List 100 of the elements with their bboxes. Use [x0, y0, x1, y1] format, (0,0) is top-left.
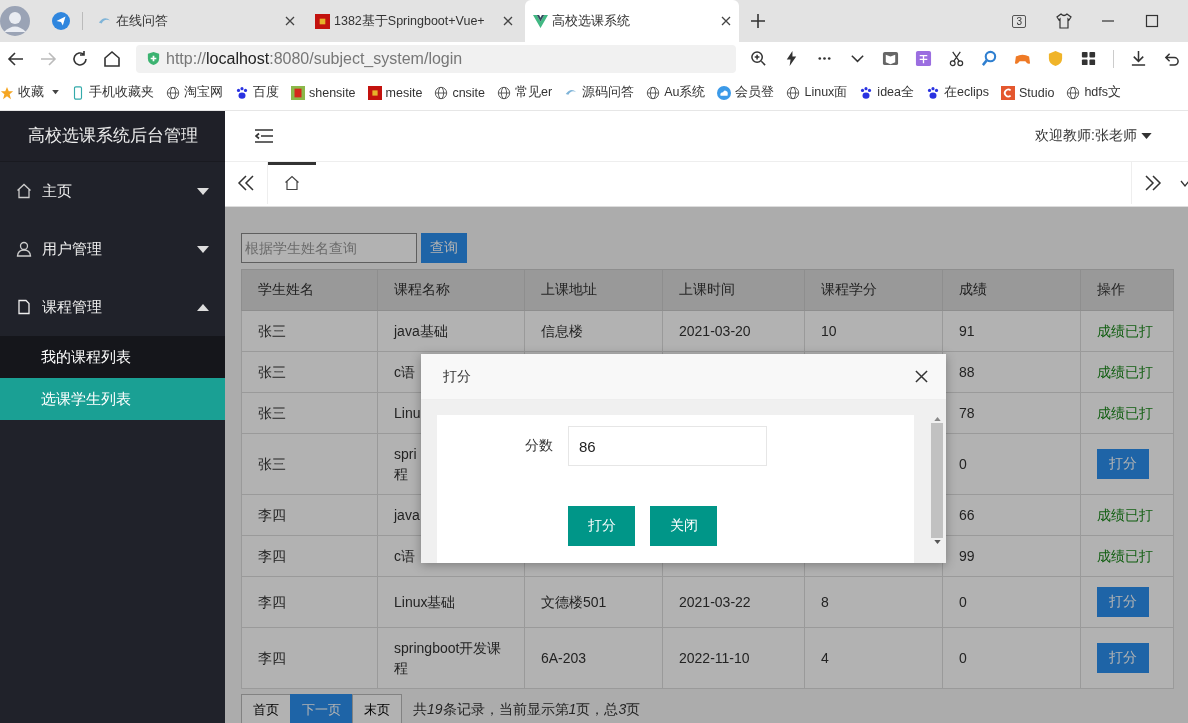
bookmark[interactable]: idea全 — [859, 84, 914, 101]
close-icon[interactable] — [285, 16, 295, 26]
table-cell: 张三 — [241, 351, 378, 393]
dialog-button[interactable]: 打分 — [568, 506, 635, 546]
bookmark[interactable]: hdfs文 — [1066, 84, 1122, 101]
dialog-title: 打分 — [443, 367, 472, 386]
bookmark[interactable]: 源码问答 — [564, 84, 635, 101]
user-menu[interactable]: 欢迎教师:张老师 — [1035, 127, 1152, 145]
book-icon[interactable] — [882, 50, 899, 67]
table-cell: 李四 — [241, 494, 378, 536]
submenu-item[interactable]: 我的课程列表 — [0, 336, 225, 378]
menu-item[interactable]: 课程管理 — [0, 278, 225, 336]
browser-tab[interactable]: 1382基于Springboot+Vue+ — [307, 0, 521, 42]
bookmark[interactable]: 收藏 — [0, 84, 59, 101]
file-icon — [16, 299, 32, 315]
table-cell: 0 — [942, 627, 1081, 689]
bookmark[interactable]: 常见er — [497, 84, 553, 101]
bookmark[interactable]: mesite — [367, 85, 423, 100]
site-logo-icon — [291, 85, 305, 100]
new-tab-icon[interactable] — [751, 14, 765, 28]
search-field[interactable]: 根据学生姓名查询 — [241, 233, 417, 263]
table-cell: java基础 — [377, 310, 525, 352]
globe-icon — [646, 85, 661, 100]
maximize-icon[interactable] — [1144, 13, 1160, 29]
table-cell: 张三 — [241, 310, 378, 352]
close-icon[interactable] — [915, 370, 928, 383]
close-icon[interactable] — [503, 16, 513, 26]
home-icon — [284, 174, 300, 191]
bookmark[interactable]: 手机收藏夹 — [71, 84, 154, 101]
table-cell: 2022-11-10 — [662, 627, 805, 689]
table-cell: 李四 — [241, 535, 378, 577]
page-button[interactable]: 首页 — [241, 694, 291, 723]
graded-status: 成绩已打 — [1097, 548, 1153, 564]
table-cell: 2021-03-22 — [662, 576, 805, 628]
user-icon — [16, 241, 32, 257]
paw-icon — [926, 85, 940, 100]
table-cell: 李四 — [241, 576, 378, 628]
zoom-icon[interactable] — [750, 50, 767, 67]
column-header: 成绩 — [942, 269, 1081, 311]
translate-icon[interactable] — [915, 50, 932, 67]
chevron-down-icon[interactable] — [1180, 180, 1188, 188]
globe-icon — [434, 85, 449, 100]
browser-tab[interactable]: 高校选课系统 — [525, 0, 739, 42]
table-cell: 10 — [804, 310, 943, 352]
table-cell: 李四 — [241, 627, 378, 689]
bookmark[interactable]: 淘宝网 — [166, 84, 223, 101]
table-cell: 文德楼501 — [524, 576, 663, 628]
column-header: 学生姓名 — [241, 269, 378, 311]
column-header: 操作 — [1080, 269, 1174, 311]
graded-status: 成绩已打 — [1097, 323, 1153, 339]
score-field[interactable]: 86 — [568, 426, 767, 466]
browser-tab[interactable]: 在线问答 — [89, 0, 303, 42]
bookmark[interactable]: cnsite — [434, 85, 486, 100]
grid-icon[interactable] — [1080, 50, 1097, 67]
graded-status: 成绩已打 — [1097, 364, 1153, 380]
table-cell: 张三 — [241, 392, 378, 434]
search-icon[interactable] — [981, 50, 998, 67]
reload-icon[interactable] — [71, 49, 89, 68]
menu-item[interactable]: 用户管理 — [0, 220, 225, 278]
bookmark[interactable]: Au系统 — [646, 84, 706, 101]
graded-status: 成绩已打 — [1097, 507, 1153, 523]
caret-icon — [1141, 133, 1152, 139]
bookmark[interactable]: 百度 — [235, 84, 279, 101]
table-cell: 4 — [804, 627, 943, 689]
address-field[interactable]: http://localhost:8080/subject_system/login — [136, 44, 736, 73]
download-icon[interactable] — [1130, 50, 1147, 67]
close-icon[interactable] — [721, 16, 731, 26]
caret-icon — [52, 90, 59, 95]
star-icon — [0, 85, 14, 100]
scissors-icon[interactable] — [948, 50, 965, 67]
send-icon[interactable] — [52, 12, 70, 30]
page-summary: 共19条记录，当前显示第1页，总3页 — [413, 700, 641, 719]
bookmark[interactable]: 在eclips — [926, 84, 989, 101]
bookmark[interactable]: Linux面 — [786, 84, 848, 101]
tab-count[interactable]: 3 — [1012, 14, 1026, 28]
bookmark[interactable]: 会员登 — [717, 84, 775, 101]
site-logo-icon — [367, 85, 382, 100]
page-button[interactable]: 末页 — [352, 694, 402, 723]
bookmark[interactable]: Studio — [1000, 85, 1055, 100]
home-icon[interactable] — [103, 49, 121, 68]
back-icon[interactable] — [7, 49, 25, 68]
scroll-up-icon[interactable] — [933, 417, 941, 421]
paw-icon — [859, 85, 874, 100]
table-cell: 91 — [942, 310, 1081, 352]
phone-icon — [71, 85, 85, 100]
table-cell: Linux基础 — [377, 576, 525, 628]
shirt-icon[interactable] — [1056, 13, 1072, 29]
column-header: 课程学分 — [804, 269, 943, 311]
globe-icon — [497, 85, 512, 100]
paw-icon — [235, 85, 249, 100]
dialog-button[interactable]: 关闭 — [650, 506, 717, 546]
graded-status: 成绩已打 — [1097, 405, 1153, 421]
menu-icon[interactable] — [255, 129, 273, 143]
table-cell: 8 — [804, 576, 943, 628]
bookmark[interactable]: shensite — [291, 85, 356, 100]
c-logo-icon — [1000, 85, 1015, 100]
table-cell: 张三 — [241, 433, 378, 495]
scroll-down-icon[interactable] — [933, 540, 941, 544]
globe-icon — [1066, 85, 1081, 100]
menu-item[interactable]: 主页 — [0, 162, 225, 220]
